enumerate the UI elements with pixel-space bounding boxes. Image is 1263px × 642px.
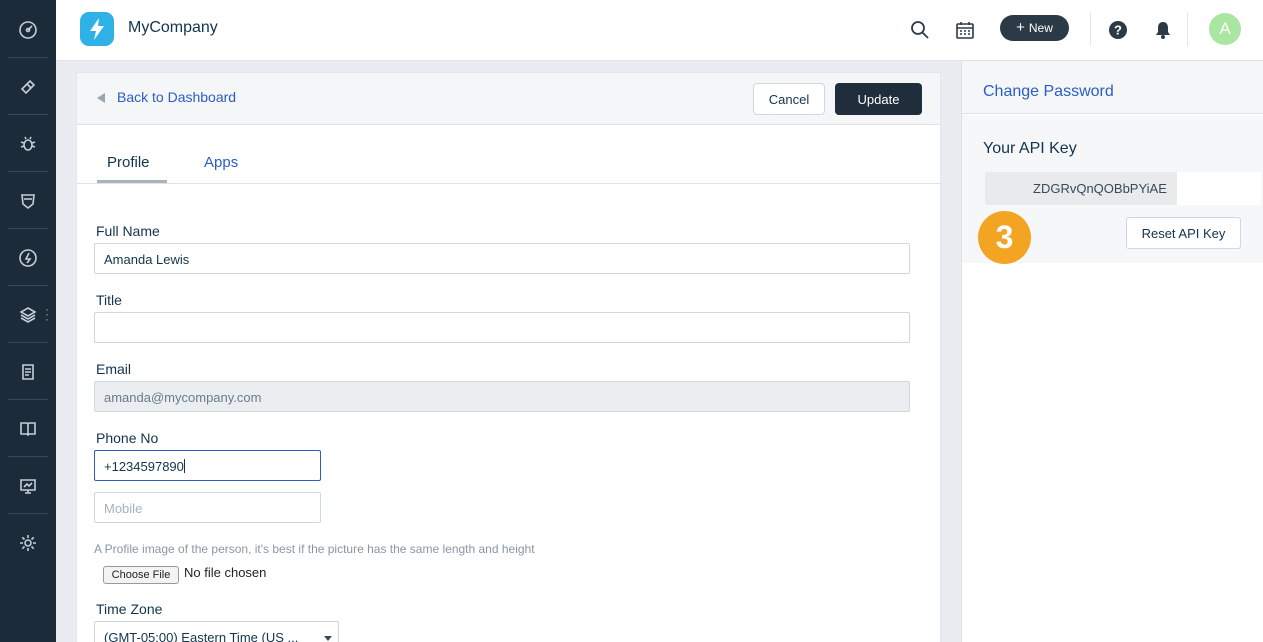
settings-gear-icon[interactable] bbox=[0, 523, 56, 563]
api-key-redaction bbox=[1177, 172, 1261, 205]
chevron-down-icon bbox=[324, 636, 332, 641]
active-tab-indicator bbox=[97, 180, 167, 183]
company-logo[interactable] bbox=[80, 12, 114, 46]
analytics-chart-icon[interactable] bbox=[0, 466, 56, 506]
help-icon[interactable]: ? bbox=[1105, 17, 1131, 43]
tab-apps[interactable]: Apps bbox=[204, 154, 238, 171]
nav-divider bbox=[8, 171, 48, 172]
change-password-link[interactable]: Change Password bbox=[983, 83, 1114, 101]
top-header: MyCompany + New ? A bbox=[56, 0, 1263, 61]
profile-card: Back to Dashboard Cancel Update Profile … bbox=[76, 72, 941, 642]
account-side-panel: Change Password Your API Key ZDGRvQnQOBb… bbox=[961, 61, 1263, 642]
nav-divider bbox=[8, 513, 48, 514]
header-divider bbox=[1090, 12, 1091, 46]
plus-icon: + bbox=[1016, 19, 1025, 36]
time-zone-value: (GMT-05:00) Eastern Time (US ... bbox=[104, 630, 299, 642]
email-label: Email bbox=[96, 361, 132, 377]
new-button-label: New bbox=[1028, 21, 1053, 35]
back-arrow-icon[interactable] bbox=[97, 93, 105, 103]
solutions-document-icon[interactable] bbox=[0, 352, 56, 392]
back-to-dashboard-link[interactable]: Back to Dashboard bbox=[117, 89, 236, 105]
phone-input-value: +1234597890 bbox=[104, 459, 184, 474]
changes-shield-icon[interactable] bbox=[0, 181, 56, 221]
full-name-label: Full Name bbox=[96, 223, 160, 239]
nav-divider bbox=[8, 57, 48, 58]
releases-bolt-icon[interactable] bbox=[0, 238, 56, 278]
text-cursor bbox=[183, 459, 185, 473]
svg-text:?: ? bbox=[1114, 23, 1122, 38]
step-number-badge: 3 bbox=[978, 211, 1031, 264]
nav-divider bbox=[8, 342, 48, 343]
company-name: MyCompany bbox=[128, 19, 218, 36]
nav-divider bbox=[8, 228, 48, 229]
choose-file-button[interactable]: Choose File bbox=[103, 566, 179, 584]
nav-divider bbox=[8, 114, 48, 115]
problems-bug-icon[interactable] bbox=[0, 124, 56, 164]
search-icon[interactable] bbox=[907, 17, 933, 43]
dashboard-icon[interactable] bbox=[0, 10, 56, 50]
tab-profile[interactable]: Profile bbox=[107, 154, 150, 171]
calendar-icon[interactable] bbox=[952, 17, 978, 43]
update-button[interactable]: Update bbox=[835, 83, 922, 115]
file-status-text: No file chosen bbox=[184, 565, 267, 580]
nav-divider bbox=[8, 399, 48, 400]
left-navigation: · · · bbox=[0, 0, 56, 642]
api-key-section: Your API Key ZDGRvQnQOBbPYiAE 3 Reset AP… bbox=[962, 115, 1263, 264]
reset-api-key-button[interactable]: Reset API Key bbox=[1126, 217, 1241, 249]
notification-bell-icon[interactable] bbox=[1150, 17, 1176, 43]
profile-image-hint: A Profile image of the person, it's best… bbox=[94, 542, 535, 556]
tickets-icon[interactable] bbox=[0, 67, 56, 107]
nav-divider bbox=[8, 285, 48, 286]
profile-tabs: Profile Apps bbox=[77, 126, 940, 184]
title-label: Title bbox=[96, 292, 122, 308]
phone-label: Phone No bbox=[96, 430, 159, 446]
change-password-bar: Change Password bbox=[962, 61, 1263, 114]
lightning-icon bbox=[90, 18, 104, 40]
email-input: amanda@mycompany.com bbox=[94, 381, 910, 412]
mobile-input[interactable]: Mobile bbox=[94, 492, 321, 523]
header-divider bbox=[1187, 12, 1188, 46]
time-zone-select[interactable]: (GMT-05:00) Eastern Time (US ... bbox=[94, 621, 339, 642]
full-name-input[interactable]: Amanda Lewis bbox=[94, 243, 910, 274]
avatar[interactable]: A bbox=[1209, 13, 1241, 45]
action-bar: Back to Dashboard Cancel Update bbox=[77, 73, 940, 125]
knowledge-book-icon[interactable] bbox=[0, 409, 56, 449]
more-options-icon[interactable]: · · · bbox=[44, 303, 50, 325]
title-input[interactable] bbox=[94, 312, 910, 343]
cancel-button[interactable]: Cancel bbox=[753, 83, 825, 115]
phone-input[interactable]: +1234597890 bbox=[94, 450, 321, 481]
time-zone-label: Time Zone bbox=[96, 601, 163, 617]
new-button[interactable]: + New bbox=[1000, 15, 1069, 41]
nav-divider bbox=[8, 456, 48, 457]
api-key-title: Your API Key bbox=[983, 140, 1077, 157]
